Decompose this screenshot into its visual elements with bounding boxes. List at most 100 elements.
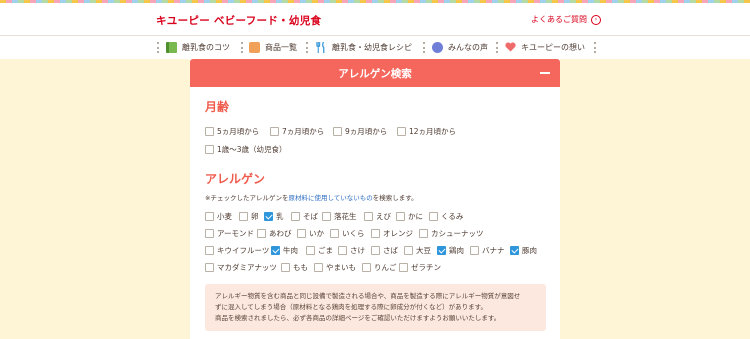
checkbox[interactable]	[330, 229, 339, 238]
book-icon	[166, 41, 177, 53]
checkbox[interactable]	[257, 229, 266, 238]
chevron-right-circle-icon[interactable]: ›	[591, 14, 601, 25]
checkbox-checked[interactable]	[271, 246, 280, 255]
allergen-checkbox[interactable]: そば	[291, 211, 318, 222]
allergen-checkbox[interactable]: かに	[396, 211, 423, 222]
nav-item-weaning-tips[interactable]: 離乳食のコツ	[166, 36, 230, 58]
allergen-checkbox[interactable]: 牛肉	[271, 245, 298, 256]
age-checkbox[interactable]: 9ヵ月頃から	[333, 126, 387, 137]
nav-separator	[594, 42, 596, 53]
heart-icon	[505, 42, 516, 52]
allergen-checkbox[interactable]: あわび	[257, 228, 292, 239]
checkbox[interactable]	[399, 263, 408, 272]
checkbox[interactable]	[281, 263, 290, 272]
nav-separator	[157, 42, 159, 53]
checkbox[interactable]	[362, 263, 371, 272]
nav-item-label[interactable]: 離乳食のコツ	[182, 42, 230, 53]
note-highlight: 原材料に使用していないもの	[288, 194, 373, 202]
checkbox[interactable]	[306, 246, 315, 255]
nav-separator	[423, 42, 425, 53]
nav-item-philosophy[interactable]: キユーピーの想い	[505, 36, 585, 58]
checkbox[interactable]	[470, 246, 479, 255]
allergen-checkbox[interactable]: カシューナッツ	[419, 228, 484, 239]
faq-label[interactable]: よくあるご質問	[531, 14, 587, 25]
checkbox[interactable]	[205, 127, 214, 136]
allergen-checkbox[interactable]: もも	[281, 262, 308, 273]
cutlery-icon	[316, 41, 325, 53]
allergen-checkbox[interactable]: 落花生	[322, 211, 357, 222]
age-checkbox[interactable]: 12ヵ月頃から	[397, 126, 456, 137]
checkbox[interactable]	[205, 246, 214, 255]
nav-item-label[interactable]: みんなの声	[448, 42, 488, 53]
allergen-checkbox[interactable]: さば	[371, 245, 398, 256]
checkbox[interactable]	[404, 246, 413, 255]
checkbox[interactable]	[371, 246, 380, 255]
checkbox[interactable]	[397, 127, 406, 136]
checkbox[interactable]	[371, 229, 380, 238]
allergen-checkbox[interactable]: やまいも	[314, 262, 356, 273]
notice-line: 商品を検索されましたら、必ず各商品の詳細ページをご確認いただけますようお願いいた…	[215, 314, 501, 322]
allergen-search-panel: アレルゲン検索 月齢 5ヵ月頃から 7ヵ月頃から 9ヵ月頃から 12ヵ月頃から …	[190, 59, 560, 339]
allergen-checkbox[interactable]: りんご	[362, 262, 397, 273]
checkbox[interactable]	[333, 127, 342, 136]
checkbox[interactable]	[297, 229, 306, 238]
nav-item-label[interactable]: 離乳食・幼児食レシピ	[332, 42, 412, 53]
checkbox[interactable]	[322, 212, 331, 221]
nav-item-voices[interactable]: みんなの声	[432, 36, 488, 58]
checkbox[interactable]	[396, 212, 405, 221]
nav-item-recipes[interactable]: 離乳食・幼児食レシピ	[315, 36, 412, 58]
allergen-note: ※チェックしたアレルゲンを原材料に使用していないものを検索します。	[205, 194, 418, 202]
checkbox-checked[interactable]	[437, 246, 446, 255]
speech-bubble-icon	[432, 41, 443, 53]
checkbox[interactable]	[314, 263, 323, 272]
checkbox[interactable]	[205, 263, 214, 272]
allergen-checkbox[interactable]: さけ	[338, 245, 365, 256]
checkbox[interactable]	[239, 212, 248, 221]
checkbox[interactable]	[205, 145, 214, 154]
allergen-checkbox[interactable]: オレンジ	[371, 228, 413, 239]
checkbox-checked[interactable]	[264, 212, 273, 221]
checkbox[interactable]	[205, 229, 214, 238]
allergen-checkbox[interactable]: マカダミアナッツ	[205, 262, 277, 273]
checkbox[interactable]	[338, 246, 347, 255]
allergen-checkbox[interactable]: アーモンド	[205, 228, 254, 239]
notice-line: ずに混入してしまう場合（原材料となる鶏肉を処理する際に卵成分が付くなど）がありま…	[215, 303, 487, 311]
allergen-notice-box: アレルギー物質を含む商品と同じ設備で製造される場合や、商品を製造する際にアレルギ…	[205, 284, 546, 331]
checkbox[interactable]	[364, 212, 373, 221]
allergen-checkbox[interactable]: バナナ	[470, 245, 505, 256]
checkbox[interactable]	[429, 212, 438, 221]
site-logo[interactable]: キユーピー ベビーフード・幼児食	[156, 13, 321, 28]
nav-separator	[496, 42, 498, 53]
checkbox[interactable]	[205, 212, 214, 221]
allergen-checkbox[interactable]: ゼラチン	[399, 262, 441, 273]
allergen-checkbox[interactable]: いか	[297, 228, 324, 239]
allergen-checkbox[interactable]: キウイフルーツ	[205, 245, 269, 256]
global-nav: 離乳食のコツ 商品一覧 離乳食・幼児食レシピ みんなの声 キユーピーの想い	[0, 35, 750, 59]
nav-item-label[interactable]: 商品一覧	[265, 42, 297, 53]
allergen-checkbox[interactable]: ごま	[306, 245, 333, 256]
box-icon	[249, 41, 260, 53]
allergen-checkbox[interactable]: 小麦	[205, 211, 232, 222]
age-section-title: 月齢	[205, 100, 230, 114]
allergen-checkbox[interactable]: 豚肉	[510, 245, 537, 256]
allergen-checkbox[interactable]: いくら	[330, 228, 365, 239]
checkbox[interactable]	[419, 229, 428, 238]
allergen-checkbox[interactable]: くるみ	[429, 211, 463, 222]
checkbox-checked[interactable]	[510, 246, 519, 255]
faq-link[interactable]: よくあるご質問 ›	[531, 14, 601, 25]
checkbox[interactable]	[270, 127, 279, 136]
nav-item-label[interactable]: キユーピーの想い	[521, 42, 585, 53]
age-checkbox[interactable]: 7ヵ月頃から	[270, 126, 324, 137]
age-checkbox[interactable]: 1歳〜3歳（幼児食）	[205, 144, 287, 155]
notice-line: アレルギー物質を含む商品と同じ設備で製造される場合や、商品を製造する際にアレルギ…	[215, 292, 521, 300]
collapse-icon[interactable]	[540, 72, 550, 74]
allergen-checkbox[interactable]: えび	[364, 211, 391, 222]
panel-header[interactable]: アレルゲン検索	[190, 59, 560, 87]
allergen-checkbox[interactable]: 大豆	[404, 245, 431, 256]
age-checkbox[interactable]: 5ヵ月頃から	[205, 126, 259, 137]
checkbox[interactable]	[291, 212, 300, 221]
allergen-checkbox[interactable]: 卵	[239, 211, 259, 222]
allergen-checkbox[interactable]: 鶏肉	[437, 245, 464, 256]
allergen-checkbox[interactable]: 乳	[264, 211, 284, 222]
nav-item-products[interactable]: 商品一覧	[249, 36, 297, 58]
